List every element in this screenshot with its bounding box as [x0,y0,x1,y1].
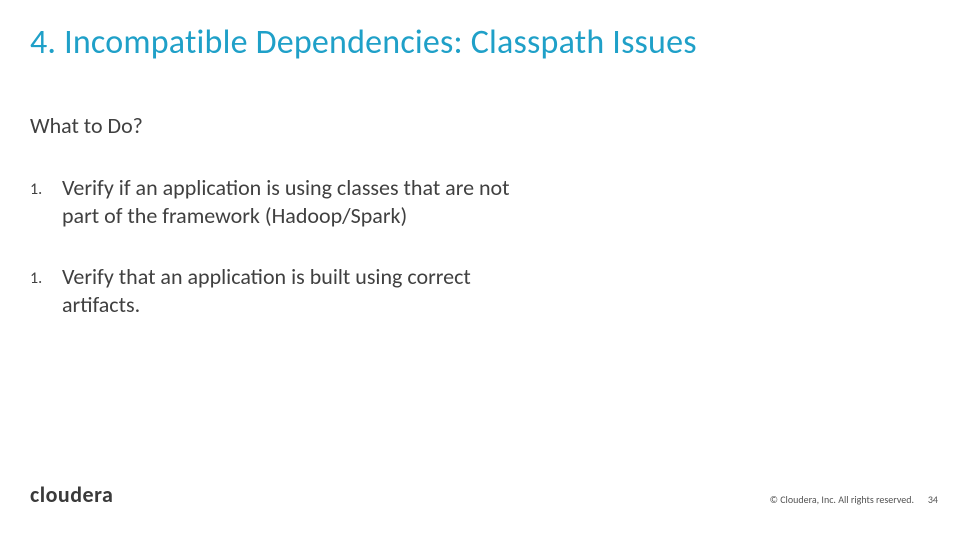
list-item-number: 1. [30,174,62,229]
list-item: 1. Verify that an application is built u… [30,263,510,318]
brand-logo: cloudera [30,481,113,508]
slide-title: 4. Incompatible Dependencies: Classpath … [30,22,930,63]
list-item-text: Verify if an application is using classe… [62,174,510,229]
slide: 4. Incompatible Dependencies: Classpath … [0,0,960,540]
page-number: 34 [928,493,938,506]
numbered-list: 1. Verify if an application is using cla… [30,174,510,352]
slide-subhead: What to Do? [30,112,143,139]
list-item-text: Verify that an application is built usin… [62,263,510,318]
list-item-number: 1. [30,263,62,318]
copyright-text: © Cloudera, Inc. All rights reserved. [770,493,914,506]
list-item: 1. Verify if an application is using cla… [30,174,510,229]
